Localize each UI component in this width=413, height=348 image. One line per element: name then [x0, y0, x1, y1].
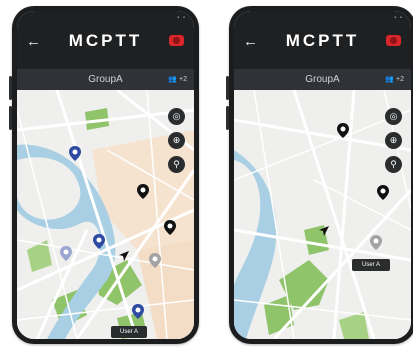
map-pin-icon[interactable] [148, 252, 162, 269]
map-pin-icon[interactable] [131, 303, 145, 320]
app-title: MCPTT [285, 31, 360, 50]
phone-left: ▪ ▪ ← MCPTT GroupA 👥 +2 ◎ ⊕ ⚲ User A [9, 6, 199, 344]
group-bar: GroupA 👥 +2 [234, 69, 411, 90]
crosshair-icon[interactable]: ⊕ [168, 132, 185, 149]
locate-icon[interactable]: ◎ [385, 108, 402, 125]
user-button[interactable]: User A [352, 259, 390, 271]
screen-left: ▪ ▪ ← MCPTT GroupA 👥 +2 ◎ ⊕ ⚲ User A [17, 11, 194, 339]
map-pin-icon[interactable]: ⚲ [385, 156, 402, 173]
phone-right: ▪ ▪ ← MCPTT GroupA 👥 +2 ◎ ⊕ ⚲ User A [226, 6, 413, 344]
status-icons: ▪ ▪ [394, 15, 403, 21]
map-pin-icon[interactable] [136, 183, 150, 200]
app-title: MCPTT [68, 31, 143, 50]
map-pin-icon[interactable]: ⚲ [168, 156, 185, 173]
volume-button [9, 76, 12, 100]
member-count: +2 [396, 76, 404, 83]
map-pin-icon[interactable] [163, 219, 177, 236]
navigation-arrow-icon [319, 226, 329, 236]
map-pin-icon[interactable] [336, 122, 350, 139]
app-header: ▪ ▪ ← MCPTT [234, 11, 411, 69]
status-icons: ▪ ▪ [177, 15, 186, 21]
locate-icon[interactable]: ◎ [168, 108, 185, 125]
map-pin-icon[interactable] [68, 145, 82, 162]
map-view[interactable]: ◎ ⊕ ⚲ User A [234, 90, 411, 339]
map-pin-icon[interactable] [59, 245, 73, 262]
member-count: +2 [179, 76, 187, 83]
screen-right: ▪ ▪ ← MCPTT GroupA 👥 +2 ◎ ⊕ ⚲ User A [234, 11, 411, 339]
group-icon: 👥 [168, 76, 178, 83]
group-members[interactable]: 👥 +2 [168, 75, 187, 83]
group-bar: GroupA 👥 +2 [17, 69, 194, 90]
crosshair-icon[interactable]: ⊕ [385, 132, 402, 149]
volume-button [9, 106, 12, 130]
map-canvas[interactable] [234, 90, 411, 339]
record-icon[interactable] [169, 35, 184, 46]
map-view[interactable]: ◎ ⊕ ⚲ User A [17, 90, 194, 339]
map-pin-icon[interactable] [376, 184, 390, 201]
user-button[interactable]: User A [111, 326, 147, 338]
record-icon[interactable] [386, 35, 401, 46]
volume-button [226, 76, 229, 100]
map-pin-icon[interactable] [92, 233, 106, 250]
map-canvas[interactable] [17, 90, 194, 339]
app-header: ▪ ▪ ← MCPTT [17, 11, 194, 69]
navigation-arrow-icon [119, 251, 129, 261]
map-pin-icon[interactable] [369, 234, 383, 251]
group-members[interactable]: 👥 +2 [385, 75, 404, 83]
volume-button [226, 106, 229, 130]
group-icon: 👥 [385, 76, 395, 83]
